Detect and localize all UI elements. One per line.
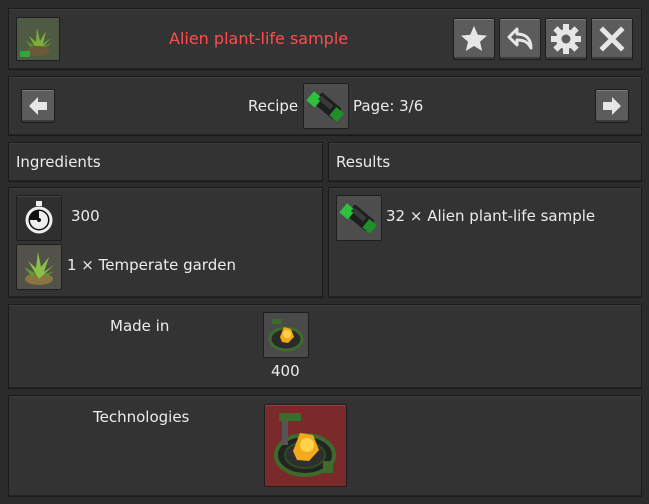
- technologies-label: Technologies: [93, 408, 190, 426]
- undo-arrow-icon: [507, 27, 533, 50]
- crafting-time-value: 300: [71, 207, 100, 225]
- made-in-section: [8, 304, 642, 389]
- settings-button[interactable]: [545, 18, 587, 60]
- page-indicator: Page: 3/6: [353, 97, 424, 115]
- recipe-label: Recipe: [248, 97, 299, 115]
- star-icon: [461, 26, 487, 51]
- arrow-right-icon: [603, 97, 621, 115]
- bioprocessor-icon[interactable]: [263, 312, 309, 358]
- temperate-garden-icon[interactable]: [16, 244, 62, 290]
- stopwatch-icon: [25, 201, 53, 234]
- previous-page-button[interactable]: [21, 89, 55, 123]
- made-in-label: Made in: [110, 317, 170, 335]
- results-heading: Results: [336, 153, 391, 171]
- crafting-time-slot[interactable]: [16, 195, 62, 241]
- bioprocessing-tech-icon[interactable]: [264, 404, 347, 487]
- ingredient-text: 1 × Temperate garden: [67, 256, 236, 274]
- result-text: 32 × Alien plant-life sample: [386, 207, 596, 225]
- window-title: Alien plant-life sample: [169, 29, 349, 48]
- ingredients-heading: Ingredients: [16, 153, 101, 171]
- alien-plant-icon: [16, 17, 60, 61]
- back-button[interactable]: [499, 18, 541, 60]
- recipe-window: Alien plant-life sample Recipe Page: 3/6…: [0, 0, 649, 504]
- close-icon: [599, 26, 625, 52]
- made-in-value: 400: [271, 362, 300, 380]
- alien-plant-sample-icon[interactable]: [336, 195, 382, 241]
- gear-icon: [551, 24, 581, 54]
- alien-plant-sample-icon[interactable]: [303, 83, 349, 129]
- arrow-left-icon: [29, 97, 47, 115]
- favorite-button[interactable]: [453, 18, 495, 60]
- close-button[interactable]: [591, 18, 633, 60]
- next-page-button[interactable]: [595, 89, 629, 123]
